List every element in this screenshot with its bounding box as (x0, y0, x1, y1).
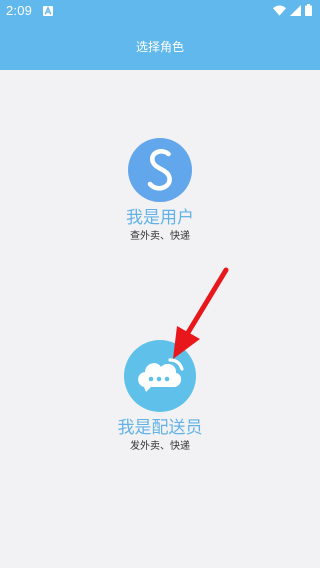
status-icons (273, 4, 312, 16)
role-user-description: 查外卖、快递 (130, 231, 190, 242)
status-bar: 2:09 (0, 0, 320, 22)
signal-icon (290, 4, 301, 16)
title-bar: 选择角色 (0, 22, 320, 70)
role-courier-title[interactable]: 我是配送员 (0, 418, 320, 438)
annotation-arrow-icon (173, 267, 229, 359)
page-title: 选择角色 (135, 39, 184, 54)
status-time: 2:09 (6, 3, 33, 18)
s-logo-icon[interactable] (128, 138, 192, 202)
notification-a-icon (43, 6, 53, 16)
battery-icon (305, 4, 312, 16)
role-user-title[interactable]: 我是用户 (0, 208, 320, 228)
role-user-option[interactable]: 我是用户 查外卖、快递 (0, 138, 320, 243)
wifi-icon (273, 5, 286, 16)
role-courier-description: 发外卖、快递 (130, 441, 190, 452)
